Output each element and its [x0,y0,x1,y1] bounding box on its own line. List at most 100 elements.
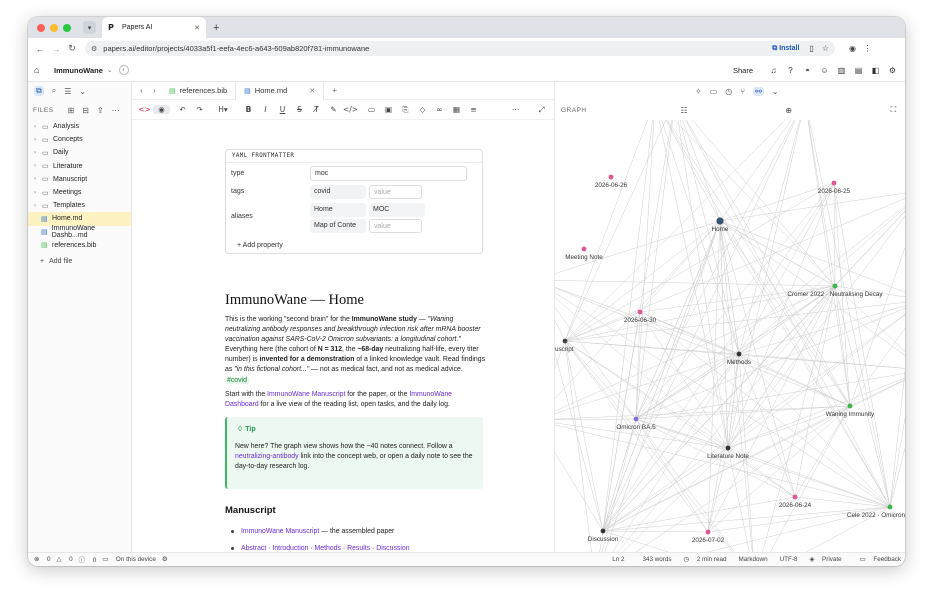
outline-icon[interactable]: ☰ [64,87,71,96]
graph-node[interactable] [600,528,606,534]
browser-tab[interactable]: P Papers AI ✕ [102,17,206,38]
bookmark-star-icon[interactable]: ☆ [822,44,829,53]
close-tab-icon[interactable]: ✕ [309,87,315,95]
code-icon[interactable]: </> [342,105,359,114]
tag-value-input[interactable]: value [369,185,422,199]
new-folder-icon[interactable]: ⊟ [82,106,89,115]
graph-node[interactable] [716,217,724,225]
section-link[interactable]: Abstract [241,545,266,552]
help-icon[interactable]: ? [782,66,799,75]
section-link[interactable]: Introduction [272,545,308,552]
italic-icon[interactable]: I [257,105,274,114]
image-icon[interactable]: ▣ [380,105,397,114]
underline-icon[interactable]: U [274,105,291,114]
folder-item[interactable]: › ▭ Literature [28,160,131,173]
home-icon[interactable]: ⌂ [34,65,48,75]
more-icon[interactable]: ⋯ [112,106,120,115]
feedback-button[interactable]: ▭ Feedback [860,556,901,563]
manuscript-list-link[interactable]: ImmunoWane Manuscript [241,528,319,535]
tab-list-icon[interactable]: ▾ [83,21,96,34]
strikethrough-icon[interactable]: S [291,105,308,114]
share-button[interactable]: Share [733,66,753,75]
new-editor-tab-button[interactable]: + [328,86,341,95]
section-link[interactable]: Methods [315,545,341,552]
minimize-window-button[interactable] [50,23,58,32]
tag-icon[interactable]: ◇ [414,105,431,114]
file-item[interactable]: ▤ ImmunoWane Dashb...md [28,225,131,239]
graph-settings-icon[interactable]: ☷ [676,106,691,115]
privacy-indicator[interactable]: ◈ Private [809,556,841,563]
maximize-window-button[interactable] [63,23,71,32]
fullscreen-icon[interactable]: ⛶ [886,105,901,115]
files-view-icon[interactable]: ⧉ [34,86,44,96]
github-icon[interactable]: ◓ [799,66,816,75]
graph-view-icon[interactable]: ⚯ [753,86,764,96]
attachment-icon[interactable]: ⎘ [397,105,414,115]
clear-format-icon[interactable]: T̸ [308,105,325,114]
graph-node[interactable] [725,445,731,451]
format-indicator[interactable]: Markdown [739,556,768,563]
tab-forward-icon[interactable]: › [148,86,161,95]
layout-center-icon[interactable]: ▤ [850,66,867,75]
add-file-button[interactable]: + Add file [28,258,131,265]
history-icon[interactable]: ◷ [725,87,732,96]
graph-canvas[interactable]: 2026-06-26 2026-06-25 Home Meeting Note Crom… [555,120,905,552]
undo-icon[interactable]: ↶ [174,105,191,114]
graph-node[interactable] [705,529,711,535]
storage-location[interactable]: ▭ On this device [102,556,156,563]
sidebar-chevron-icon[interactable]: ⌄ [79,87,86,96]
folder-item[interactable]: › ▭ Templates [28,199,131,212]
graph-node[interactable] [633,416,639,422]
tab-home-md[interactable]: ▤ Home.md ✕ [235,81,325,100]
covid-tag[interactable]: #covid [225,376,249,384]
encoding-indicator[interactable]: UTF-8 [780,556,798,563]
redo-icon[interactable]: ↷ [191,105,208,114]
graph-node[interactable] [832,283,838,289]
search-icon[interactable]: ⌕ [52,86,56,96]
graph-node[interactable] [608,174,614,180]
errors-indicator[interactable]: ⊗ 0 [34,556,51,563]
new-tab-button[interactable]: + [213,22,219,34]
alias-chip[interactable]: Home [310,203,366,217]
discord-icon[interactable]: ☺ [816,66,833,75]
layout-right-icon[interactable]: ◧ [867,66,884,75]
graph-node[interactable] [581,246,587,252]
link-icon[interactable]: ∞ [431,105,448,114]
info-indicator[interactable]: ⓘ 0 [79,555,97,564]
graph-node[interactable] [637,309,643,315]
settings-gear-icon[interactable]: ⚙ [884,66,901,75]
back-arrow-icon[interactable]: ← [33,44,47,54]
close-tab-icon[interactable]: ✕ [194,24,200,32]
table-icon[interactable]: ▦ [448,105,465,114]
url-field[interactable]: ⚙ papers.ai/editor/projects/4033a5f1-eef… [85,41,835,56]
manuscript-link[interactable]: ImmunoWane Manuscript [267,391,345,398]
sync-status-icon[interactable]: ◐ [118,65,129,75]
warnings-indicator[interactable]: △ 0 [57,556,73,563]
browser-menu-icon[interactable]: ⋮ [860,44,875,53]
expand-icon[interactable]: ⤢ [533,105,550,115]
layout-left-icon[interactable]: ▥ [833,66,850,75]
install-button[interactable]: ⧉ Install [772,45,799,53]
folder-item[interactable]: › ▭ Daily [28,146,131,159]
page-icon[interactable]: ▯ [809,44,813,53]
new-file-icon[interactable]: ⊞ [68,106,75,115]
bold-icon[interactable]: B [240,105,257,114]
tab-references-bib[interactable]: ▤ references.bib [161,82,235,100]
more-options-icon[interactable]: ⋯ [507,105,524,114]
preview-mode-icon[interactable]: ◉ [153,105,170,114]
reload-icon[interactable]: ↻ [65,43,79,54]
project-name[interactable]: ImmunoWane [54,66,103,75]
editor-pane[interactable]: YAML FRONTMATTER type moc tags covid val… [132,120,554,552]
chat-icon[interactable]: ▭ [710,87,718,96]
alias-value-input[interactable]: value [369,219,422,233]
folder-item[interactable]: › ▭ Meetings [28,186,131,199]
comment-icon[interactable]: ▭ [363,105,380,114]
folder-item[interactable]: › ▭ Analysis [28,120,131,133]
folder-item[interactable]: › ▭ Manuscript [28,173,131,186]
settings-icon[interactable]: ⚙ [162,556,168,563]
chevron-down-icon[interactable]: ⌄ [107,66,113,74]
close-window-button[interactable] [37,23,45,32]
section-link[interactable]: Results [347,545,370,552]
highlight-icon[interactable]: ✎ [325,105,342,114]
alias-chip[interactable]: MOC [369,203,425,217]
